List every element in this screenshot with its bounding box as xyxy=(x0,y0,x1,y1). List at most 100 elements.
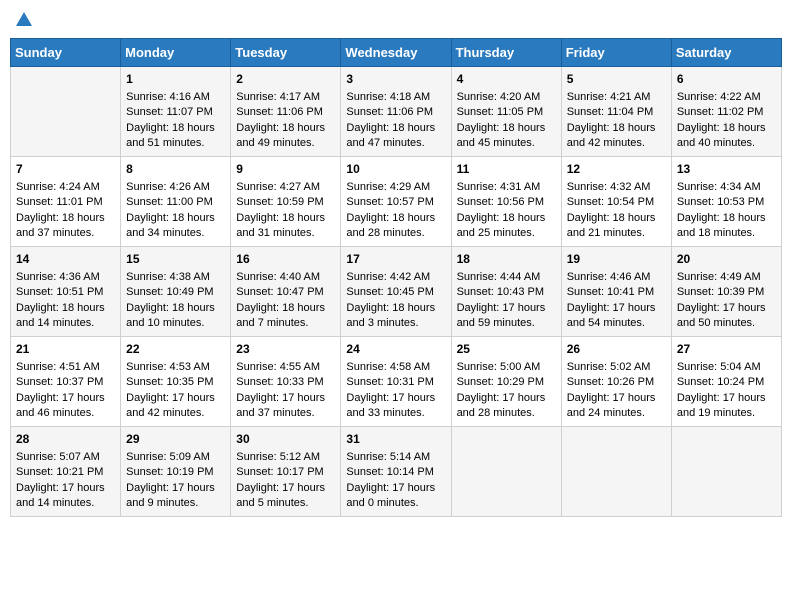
day-info-line: Sunset: 11:01 PM xyxy=(16,195,115,210)
day-info-line: and 54 minutes. xyxy=(567,316,666,331)
calendar-cell: 5Sunrise: 4:21 AMSunset: 11:04 PMDayligh… xyxy=(561,67,671,157)
day-info-line: Sunset: 10:26 PM xyxy=(567,375,666,390)
calendar-cell: 9Sunrise: 4:27 AMSunset: 10:59 PMDayligh… xyxy=(231,157,341,247)
day-info-line: Sunset: 11:07 PM xyxy=(126,105,225,120)
day-number: 1 xyxy=(126,71,225,88)
calendar-cell: 12Sunrise: 4:32 AMSunset: 10:54 PMDaylig… xyxy=(561,157,671,247)
page-header xyxy=(10,10,782,30)
logo-icon xyxy=(14,10,34,30)
day-info-line: Sunrise: 4:21 AM xyxy=(567,90,666,105)
day-info-line: Daylight: 17 hours xyxy=(236,481,335,496)
day-number: 21 xyxy=(16,341,115,358)
calendar-cell: 13Sunrise: 4:34 AMSunset: 10:53 PMDaylig… xyxy=(671,157,781,247)
day-info-line: and 28 minutes. xyxy=(346,226,445,241)
calendar-cell xyxy=(671,427,781,517)
day-info-line: Sunset: 11:00 PM xyxy=(126,195,225,210)
day-info-line: Daylight: 18 hours xyxy=(677,211,776,226)
day-info-line: Daylight: 18 hours xyxy=(677,121,776,136)
calendar-cell: 8Sunrise: 4:26 AMSunset: 11:00 PMDayligh… xyxy=(121,157,231,247)
day-info-line: Sunset: 10:49 PM xyxy=(126,285,225,300)
day-number: 28 xyxy=(16,431,115,448)
day-info-line: and 46 minutes. xyxy=(16,406,115,421)
day-info-line: Sunrise: 4:46 AM xyxy=(567,270,666,285)
day-info-line: Sunrise: 4:29 AM xyxy=(346,180,445,195)
calendar-cell: 7Sunrise: 4:24 AMSunset: 11:01 PMDayligh… xyxy=(11,157,121,247)
day-info-line: Daylight: 17 hours xyxy=(16,391,115,406)
day-info-line: Daylight: 18 hours xyxy=(346,301,445,316)
day-number: 31 xyxy=(346,431,445,448)
day-info-line: and 18 minutes. xyxy=(677,226,776,241)
day-number: 30 xyxy=(236,431,335,448)
calendar-cell xyxy=(451,427,561,517)
day-info-line: Sunrise: 4:40 AM xyxy=(236,270,335,285)
day-info-line: Sunrise: 4:36 AM xyxy=(16,270,115,285)
day-info-line: Sunrise: 5:04 AM xyxy=(677,360,776,375)
day-info-line: and 37 minutes. xyxy=(236,406,335,421)
col-header-saturday: Saturday xyxy=(671,39,781,67)
day-info-line: Sunrise: 4:42 AM xyxy=(346,270,445,285)
calendar-cell: 28Sunrise: 5:07 AMSunset: 10:21 PMDaylig… xyxy=(11,427,121,517)
day-info-line: Sunset: 10:47 PM xyxy=(236,285,335,300)
day-info-line: Sunset: 10:51 PM xyxy=(16,285,115,300)
day-number: 17 xyxy=(346,251,445,268)
day-number: 14 xyxy=(16,251,115,268)
day-info-line: Daylight: 17 hours xyxy=(126,481,225,496)
day-info-line: Sunrise: 4:44 AM xyxy=(457,270,556,285)
day-info-line: and 42 minutes. xyxy=(126,406,225,421)
day-info-line: and 10 minutes. xyxy=(126,316,225,331)
col-header-wednesday: Wednesday xyxy=(341,39,451,67)
day-number: 13 xyxy=(677,161,776,178)
day-info-line: Daylight: 18 hours xyxy=(236,211,335,226)
day-info-line: Sunrise: 4:55 AM xyxy=(236,360,335,375)
day-info-line: Sunrise: 4:38 AM xyxy=(126,270,225,285)
day-info-line: Sunrise: 4:51 AM xyxy=(16,360,115,375)
day-info-line: Sunset: 10:45 PM xyxy=(346,285,445,300)
day-info-line: Daylight: 18 hours xyxy=(567,211,666,226)
day-info-line: Sunrise: 4:32 AM xyxy=(567,180,666,195)
day-number: 23 xyxy=(236,341,335,358)
day-info-line: and 14 minutes. xyxy=(16,316,115,331)
calendar-cell xyxy=(561,427,671,517)
day-info-line: Daylight: 17 hours xyxy=(236,391,335,406)
calendar-cell: 18Sunrise: 4:44 AMSunset: 10:43 PMDaylig… xyxy=(451,247,561,337)
day-info-line: Sunset: 10:59 PM xyxy=(236,195,335,210)
day-info-line: Daylight: 18 hours xyxy=(236,121,335,136)
day-info-line: Daylight: 17 hours xyxy=(677,301,776,316)
day-info-line: and 19 minutes. xyxy=(677,406,776,421)
day-info-line: Sunset: 10:21 PM xyxy=(16,465,115,480)
day-number: 18 xyxy=(457,251,556,268)
day-info-line: Sunrise: 4:58 AM xyxy=(346,360,445,375)
day-number: 29 xyxy=(126,431,225,448)
day-info-line: Daylight: 17 hours xyxy=(16,481,115,496)
calendar-cell: 21 Sunrise: 4:51 AMSunset: 10:37 PMDaylig… xyxy=(11,337,121,427)
day-info-line: Sunset: 10:31 PM xyxy=(346,375,445,390)
day-number: 10 xyxy=(346,161,445,178)
day-info-line: Sunset: 10:17 PM xyxy=(236,465,335,480)
day-info-line: Sunset: 10:43 PM xyxy=(457,285,556,300)
day-number: 2 xyxy=(236,71,335,88)
day-number: 16 xyxy=(236,251,335,268)
calendar-cell: 24Sunrise: 4:58 AMSunset: 10:31 PMDaylig… xyxy=(341,337,451,427)
day-info-line: Daylight: 17 hours xyxy=(346,391,445,406)
day-info-line: and 31 minutes. xyxy=(236,226,335,241)
day-info-line: Sunset: 10:37 PM xyxy=(16,375,115,390)
calendar-cell: 14Sunrise: 4:36 AMSunset: 10:51 PMDaylig… xyxy=(11,247,121,337)
day-info-line: Daylight: 18 hours xyxy=(16,211,115,226)
day-info-line: Sunset: 10:33 PM xyxy=(236,375,335,390)
calendar-cell: 16Sunrise: 4:40 AMSunset: 10:47 PMDaylig… xyxy=(231,247,341,337)
day-number: 26 xyxy=(567,341,666,358)
calendar-cell: 4Sunrise: 4:20 AMSunset: 11:05 PMDayligh… xyxy=(451,67,561,157)
day-info-line: Sunrise: 4:24 AM xyxy=(16,180,115,195)
day-number: 25 xyxy=(457,341,556,358)
day-info-line: Daylight: 17 hours xyxy=(126,391,225,406)
day-info-line: Daylight: 18 hours xyxy=(346,211,445,226)
day-info-line: Sunset: 10:57 PM xyxy=(346,195,445,210)
day-number: 20 xyxy=(677,251,776,268)
day-info-line: and 24 minutes. xyxy=(567,406,666,421)
calendar-cell: 3Sunrise: 4:18 AMSunset: 11:06 PMDayligh… xyxy=(341,67,451,157)
calendar-cell: 22Sunrise: 4:53 AMSunset: 10:35 PMDaylig… xyxy=(121,337,231,427)
logo xyxy=(14,10,38,30)
calendar-cell: 17 Sunrise: 4:42 AMSunset: 10:45 PMDaylig… xyxy=(341,247,451,337)
day-info-line: Sunset: 11:02 PM xyxy=(677,105,776,120)
col-header-monday: Monday xyxy=(121,39,231,67)
